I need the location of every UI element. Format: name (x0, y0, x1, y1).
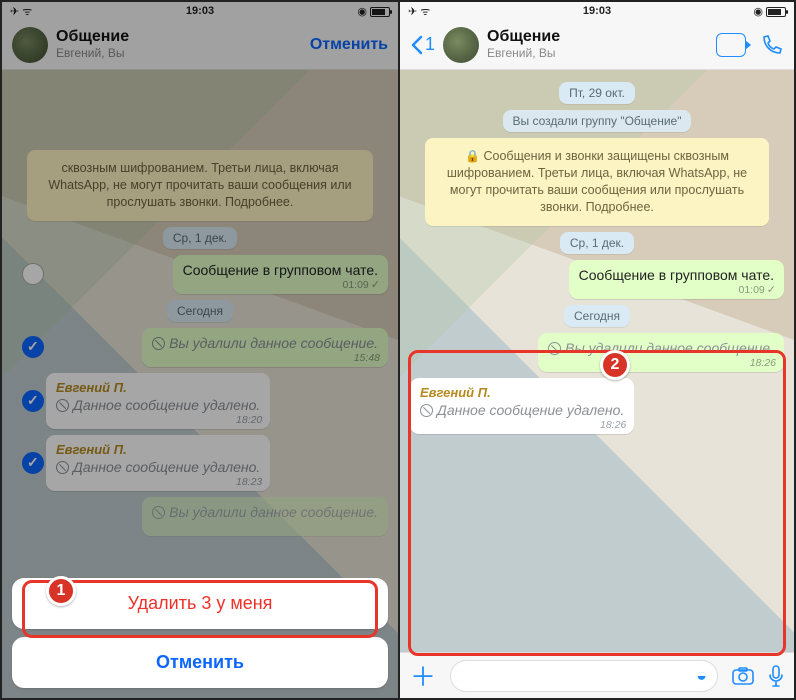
status-time: 19:03 (400, 5, 794, 17)
back-count: 1 (425, 34, 435, 55)
attach-button[interactable]: ＋ (410, 657, 436, 694)
phone-left: ✈ ᯤ 19:03 ◉ Общение Евгений, Вы Отменить… (2, 2, 398, 698)
sheet-cancel-button[interactable]: Отменить (12, 637, 388, 688)
back-button[interactable]: 1 (410, 34, 435, 55)
sticker-button[interactable]: ◒ (696, 665, 707, 686)
voice-call-button[interactable] (760, 33, 784, 57)
video-call-button[interactable] (716, 33, 746, 57)
annotation-highlight (408, 350, 786, 656)
message-row[interactable]: Сообщение в групповом чате. 01:09✓ (410, 260, 784, 299)
date-pill: Пт, 29 окт. (559, 82, 635, 104)
message-bubble-out[interactable]: Сообщение в групповом чате. 01:09✓ (569, 260, 784, 299)
chat-title: Общение (487, 28, 708, 46)
chat-header: 1 Общение Евгений, Вы (400, 20, 794, 70)
message-text: Сообщение в групповом чате. (579, 267, 774, 283)
encryption-banner[interactable]: 🔒 Сообщения и звонки защищены сквозным ш… (425, 138, 769, 226)
camera-icon (732, 667, 754, 685)
phone-icon (760, 33, 784, 57)
camera-button[interactable] (732, 667, 754, 685)
chat-title-block[interactable]: Общение Евгений, Вы (487, 28, 708, 60)
chevron-left-icon (410, 35, 423, 55)
chat-subtitle: Евгений, Вы (487, 47, 708, 61)
system-pill: Вы создали группу "Общение" (503, 110, 692, 132)
lock-icon: 🔒 (465, 149, 480, 163)
message-input[interactable]: ◒ (450, 660, 718, 692)
mic-button[interactable] (768, 665, 784, 687)
avatar[interactable] (443, 27, 479, 63)
mic-icon (768, 665, 784, 687)
annotation-badge: 1 (46, 576, 76, 606)
status-bar: ✈ ᯤ 19:03 ◉ (400, 2, 794, 20)
encryption-text: Сообщения и звонки защищены сквозным шиф… (447, 149, 747, 214)
phone-right: ✈ ᯤ 19:03 ◉ 1 Общение Евгений, Вы (398, 2, 794, 698)
date-pill: Сегодня (564, 305, 630, 327)
date-pill: Ср, 1 дек. (560, 232, 634, 254)
message-time: 01:09✓ (739, 283, 777, 296)
annotation-highlight-wrap: 2 (408, 350, 786, 656)
annotation-badge: 2 (600, 350, 630, 380)
input-bar: ＋ ◒ (400, 652, 794, 698)
